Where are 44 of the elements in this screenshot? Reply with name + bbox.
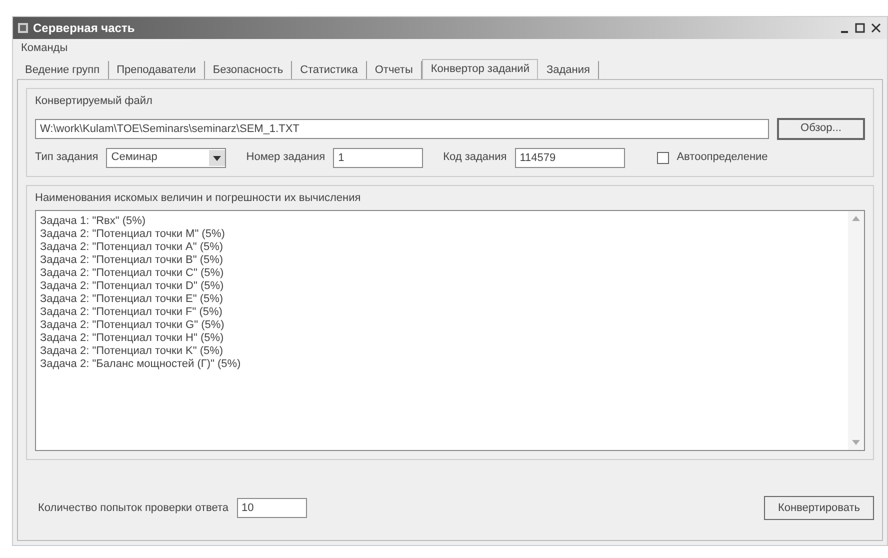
group-title: Наименования искомых величин и погрешности их вычисления [35,190,362,206]
text-line: Задача 2: "Потенциал точки H" (5%) [40,332,225,345]
close-icon [871,23,881,33]
checkbox-label: Автоопределение [676,150,768,166]
maximize-button[interactable] [853,21,867,35]
tab[interactable]: Конвертор заданий [422,59,538,79]
text-line: Задача 2: "Потенциал точки K" (5%) [40,345,224,358]
minimize-icon [840,31,848,33]
checkbox[interactable] [656,152,669,164]
attempts-field[interactable]: 10 [236,498,307,518]
text-line: Задача 2: "Потенциал точки M" (5%) [40,228,226,241]
menu-item[interactable]: Команды [17,40,72,56]
convert-button[interactable]: Конвертировать [764,496,874,520]
field-label: Код задания [443,150,507,166]
app-icon [17,22,29,34]
tab[interactable]: Преподаватели [108,61,205,79]
text-line: Задача 2: "Потенциал точки A" (5%) [40,241,224,254]
task-number-field[interactable]: 1 [333,148,424,168]
attempts-label: Количество попыток проверки ответа [38,500,229,516]
text-line: Задача 1: "Rвх" (5%) [40,215,147,228]
task-code-field[interactable]: 114579 [514,148,625,168]
field-label: Номер задания [246,150,326,166]
text-line: Задача 2: "Потенциал точки F" (5%) [40,306,224,319]
text-line: Задача 2: "Потенциал точки B" (5%) [40,254,224,267]
close-button[interactable] [869,21,883,35]
window-title: Серверная часть [33,20,135,37]
tab[interactable]: Статистика [292,61,367,79]
field-label: Тип задания [35,150,98,166]
task-type-dropdown[interactable]: Семинар [106,148,226,168]
scroll-down-icon [852,440,860,444]
text-line: Задача 2: "Баланс мощностей (Г)" (5%) [40,358,242,371]
browse-button[interactable]: Обзор... [777,118,865,140]
maximize-icon [855,23,865,33]
text-line: Задача 2: "Потенциал точки E" (5%) [40,293,224,306]
text-line: Задача 2: "Потенциал точки D" (5%) [40,280,225,293]
file-path-field[interactable]: W:\work\Kulam\TOE\Seminars\seminarz\SEM_1.TXT [35,118,769,138]
tab[interactable]: Безопасность [204,61,292,79]
group-title: Конвертируемый файл [35,94,154,109]
scrollbar[interactable] [848,211,864,450]
tab[interactable]: Ведение групп [17,61,109,79]
tab[interactable]: Задания [538,61,599,79]
scroll-up-icon [852,216,860,221]
text-line: Задача 2: "Потенциал точки C" (5%) [40,267,225,280]
text-line: Задача 2: "Потенциал точки G" (5%) [40,319,226,332]
